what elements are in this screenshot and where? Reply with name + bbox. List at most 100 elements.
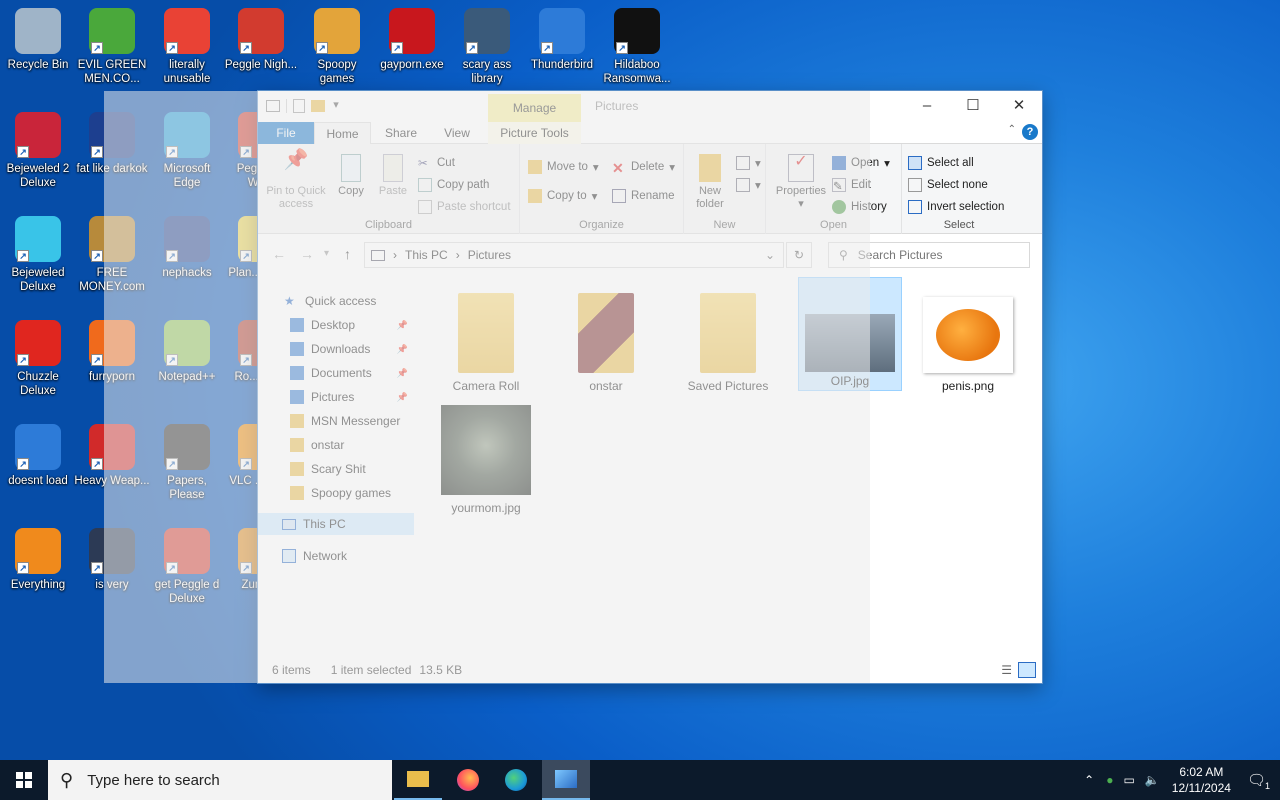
desktop-icon[interactable]: ↗ Microsoft Edge: [149, 112, 225, 190]
large-icons-view-icon[interactable]: [1018, 662, 1036, 678]
desktop-icon[interactable]: ↗ Hildaboo Ransomwa...: [599, 8, 675, 86]
paste-button[interactable]: Paste: [374, 154, 412, 198]
file-item[interactable]: penis.png: [920, 285, 1016, 393]
file-item[interactable]: Saved Pictures: [680, 285, 776, 393]
nav-item[interactable]: Scary Shit: [290, 458, 414, 480]
tab-share[interactable]: Share: [376, 122, 426, 144]
desktop-icon[interactable]: ↗ doesnt load: [0, 424, 76, 488]
copy-to-button[interactable]: Copy to ▾: [528, 189, 597, 203]
tab-picture-tools[interactable]: Picture Tools: [488, 122, 581, 144]
nav-item[interactable]: Downloads 📌: [290, 338, 414, 360]
copy-path-button[interactable]: Copy path: [418, 178, 489, 192]
desktop-icon[interactable]: ↗ Notepad++: [149, 320, 225, 384]
maximize-button[interactable]: ☐: [950, 91, 996, 121]
desktop-icon[interactable]: ↗ gayporn.exe: [374, 8, 450, 72]
taskbar-file-explorer[interactable]: [394, 760, 442, 800]
nav-network[interactable]: Network: [282, 545, 347, 567]
search-input[interactable]: ⚲ Search Pictures: [828, 242, 1030, 268]
desktop-icon[interactable]: ↗ fat like darkok: [74, 112, 150, 176]
taskbar-search-input[interactable]: ⚲ Type here to search: [48, 760, 392, 800]
show-hidden-icons-icon[interactable]: ⌃: [1084, 773, 1094, 787]
taskbar-photos[interactable]: [542, 760, 590, 800]
desktop-icon[interactable]: ↗ FREE MONEY.com: [74, 216, 150, 294]
chevron-down-icon[interactable]: ▾: [331, 98, 341, 114]
forward-arrow-icon[interactable]: →: [300, 246, 314, 262]
desktop-icon[interactable]: ↗ is very: [74, 528, 150, 592]
notifications-icon[interactable]: 🗨 1: [1247, 771, 1270, 791]
copy-button[interactable]: Copy: [332, 154, 370, 198]
nav-item[interactable]: Pictures 📌: [290, 386, 414, 408]
desktop-icon[interactable]: ↗ EVIL GREEN MEN.CO...: [74, 8, 150, 86]
desktop-icon[interactable]: ↗ Papers, Please: [149, 424, 225, 502]
tab-view[interactable]: View: [432, 122, 482, 144]
new-item-button[interactable]: ▾: [736, 156, 761, 170]
properties-button[interactable]: ✓ Properties ▾: [772, 154, 830, 211]
desktop-icon[interactable]: ↗ Bejeweled Deluxe: [0, 216, 76, 294]
file-item[interactable]: Camera Roll: [438, 285, 534, 393]
desktop-icon[interactable]: ↗ Thunderbird: [524, 8, 600, 72]
select-all-button[interactable]: Select all: [908, 156, 974, 170]
nav-quick-access[interactable]: ★ Quick access: [284, 290, 376, 312]
up-arrow-icon[interactable]: ↑: [344, 246, 351, 262]
desktop-icon[interactable]: ↗ scary ass library: [449, 8, 525, 86]
back-arrow-icon[interactable]: ←: [272, 246, 286, 262]
desktop-icon[interactable]: Recycle Bin: [0, 8, 76, 72]
desktop-icon[interactable]: ↗ Everything: [0, 528, 76, 592]
volume-icon[interactable]: 🔈: [1145, 773, 1160, 787]
file-item[interactable]: onstar: [558, 285, 654, 393]
desktop-icon[interactable]: ↗ nephacks: [149, 216, 225, 280]
help-icon[interactable]: ?: [1022, 124, 1038, 140]
desktop-icon[interactable]: ↗ furryporn: [74, 320, 150, 384]
edit-button[interactable]: ✎ Edit: [832, 178, 871, 193]
manage-tab[interactable]: Manage: [488, 94, 581, 122]
nav-item[interactable]: Spoopy games: [290, 482, 414, 504]
close-button[interactable]: ✕: [996, 91, 1042, 121]
start-button[interactable]: [0, 760, 48, 800]
open-button[interactable]: Open ▾: [832, 156, 890, 170]
select-none-button[interactable]: Select none: [908, 178, 988, 192]
cut-button[interactable]: ✂ Cut: [418, 156, 455, 170]
recent-locations-icon[interactable]: ▾: [324, 248, 329, 259]
refresh-button[interactable]: ↻: [786, 242, 812, 268]
history-button[interactable]: History: [832, 200, 887, 214]
details-view-icon[interactable]: ☰: [1001, 663, 1012, 677]
minimize-button[interactable]: –: [904, 91, 950, 121]
clock[interactable]: 6:02 AM 12/11/2024: [1172, 764, 1231, 796]
desktop-icon[interactable]: ↗ Chuzzle Deluxe: [0, 320, 76, 398]
delete-button[interactable]: ✕ Delete ▾: [612, 160, 675, 176]
breadcrumb-this-pc[interactable]: This PC: [405, 248, 448, 262]
window-menu-icon[interactable]: [266, 100, 280, 112]
tab-file[interactable]: File: [258, 122, 314, 144]
invert-selection-button[interactable]: Invert selection: [908, 200, 1004, 214]
rename-button[interactable]: Rename: [612, 189, 674, 203]
nav-item[interactable]: onstar: [290, 434, 414, 456]
tab-home[interactable]: Home: [314, 122, 371, 145]
collapse-ribbon-icon[interactable]: ⌃: [1008, 124, 1016, 135]
file-item-selected[interactable]: OIP.jpg: [798, 277, 902, 391]
nav-item[interactable]: MSN Messenger: [290, 410, 414, 432]
move-to-button[interactable]: Move to ▾: [528, 160, 599, 174]
taskbar-firefox[interactable]: [444, 760, 492, 800]
desktop-icon[interactable]: ↗ Peggle Nigh...: [223, 8, 299, 72]
pin-icon[interactable]: 📌: [397, 344, 408, 355]
taskbar-edge[interactable]: [492, 760, 540, 800]
desktop-icon[interactable]: ↗ literally unusable: [149, 8, 225, 86]
pin-icon[interactable]: 📌: [397, 392, 408, 403]
pin-icon[interactable]: 📌: [397, 320, 408, 331]
nav-item[interactable]: Desktop 📌: [290, 314, 414, 336]
desktop-icon[interactable]: ↗ Heavy Weap...: [74, 424, 150, 488]
address-dropdown-icon[interactable]: ⌄: [765, 248, 775, 262]
user-icon[interactable]: ●: [1106, 773, 1113, 787]
network-status-icon[interactable]: ▭: [1123, 773, 1134, 787]
desktop-icon[interactable]: ↗ get Peggle d Deluxe: [149, 528, 225, 606]
breadcrumb-pictures[interactable]: Pictures: [468, 248, 511, 262]
pin-icon[interactable]: 📌: [397, 368, 408, 379]
new-folder-icon[interactable]: [311, 100, 325, 112]
address-bar[interactable]: › This PC › Pictures ⌄: [364, 242, 784, 268]
file-item[interactable]: yourmom.jpg: [438, 405, 534, 515]
easy-access-button[interactable]: ▾: [736, 178, 761, 192]
properties-icon[interactable]: [293, 99, 305, 113]
desktop-icon[interactable]: ↗ Bejeweled 2 Deluxe: [0, 112, 76, 190]
nav-item[interactable]: Documents 📌: [290, 362, 414, 384]
pin-quick-access-button[interactable]: 📌 Pin to Quick access: [264, 150, 328, 211]
